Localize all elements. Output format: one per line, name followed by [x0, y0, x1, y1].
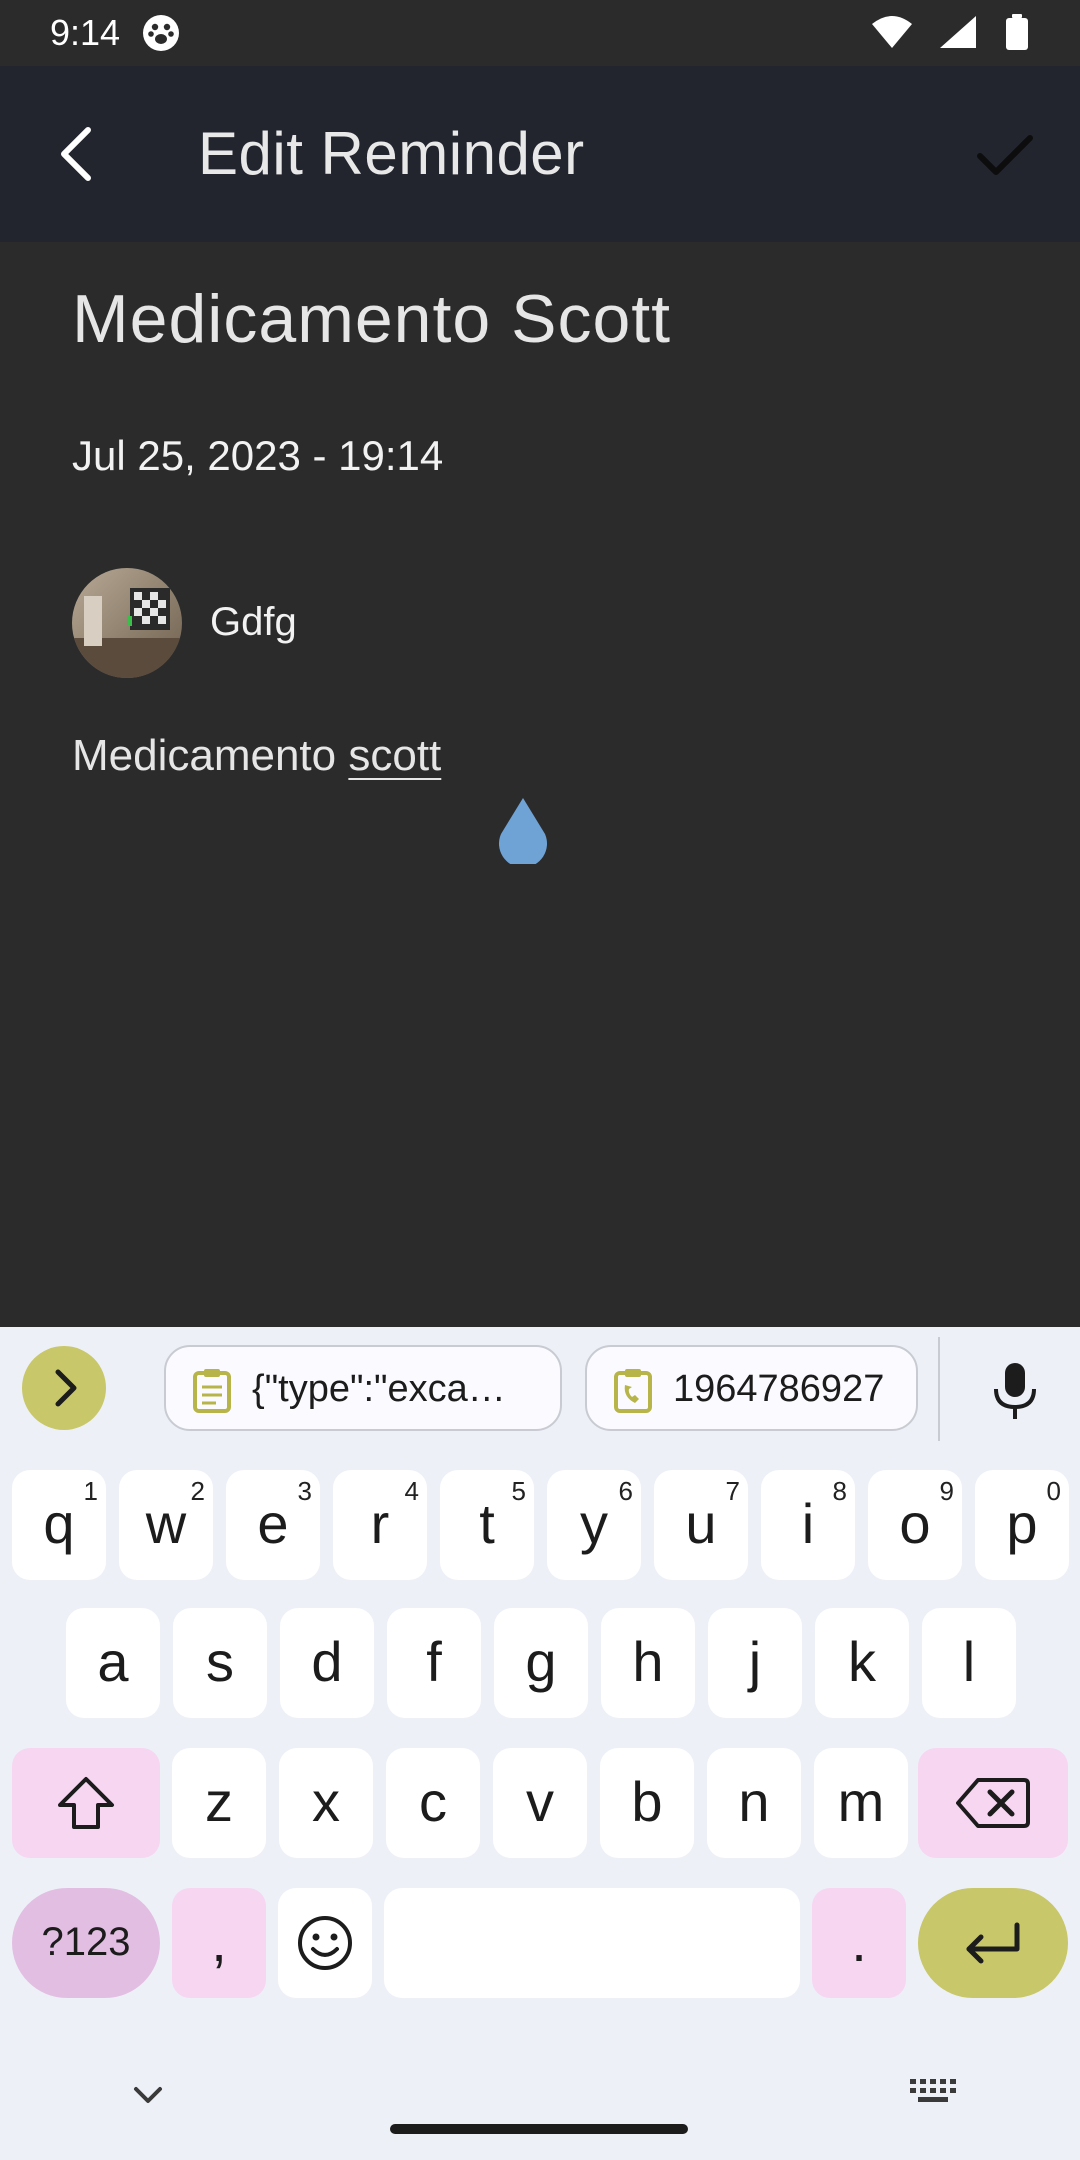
keyboard-icon: [910, 2079, 956, 2102]
key-e[interactable]: e3: [226, 1470, 320, 1580]
clipboard-chip-2[interactable]: 1964786927: [585, 1345, 918, 1431]
screen: 9:14 Edit Reminder Medicamento Scott Jul…: [0, 0, 1080, 2160]
app-bar: Edit Reminder: [0, 66, 1080, 242]
key-label: i: [801, 1492, 815, 1555]
key-hint: 6: [618, 1476, 633, 1506]
chevron-down-icon: [134, 2087, 162, 2103]
key-hint: 9: [939, 1476, 954, 1506]
wifi-icon: [872, 16, 912, 48]
reminder-datetime[interactable]: Jul 25, 2023 - 19:14: [72, 428, 443, 484]
suggestion-bar: {"type":"exca… 1964786927: [0, 1327, 1080, 1447]
key-m[interactable]: m: [814, 1748, 908, 1858]
key-t[interactable]: t5: [440, 1470, 534, 1580]
keyboard: {"type":"exca… 1964786927 q1w2 e 3 r 4 t…: [0, 1327, 1080, 2160]
backspace-icon: [956, 1778, 1030, 1828]
key-b[interactable]: b: [600, 1748, 694, 1858]
emoji-icon: [298, 1916, 352, 1970]
key-hint: 3: [297, 1476, 312, 1506]
key-v[interactable]: v: [493, 1748, 587, 1858]
key-label: u: [685, 1492, 717, 1555]
key-x[interactable]: x: [279, 1748, 373, 1858]
shift-key[interactable]: [12, 1748, 160, 1858]
key-l[interactable]: l: [922, 1608, 1016, 1718]
save-button[interactable]: [960, 114, 1050, 194]
key-label: e: [257, 1492, 289, 1555]
key-label: y: [580, 1492, 608, 1555]
note-text: Medicamento: [72, 731, 349, 780]
space-key[interactable]: [384, 1888, 800, 1998]
key-u[interactable]: u7: [654, 1470, 748, 1580]
key-label: t: [479, 1492, 495, 1555]
key-s[interactable]: s: [173, 1608, 267, 1718]
key-y[interactable]: y6: [547, 1470, 641, 1580]
enter-icon: [966, 1922, 1020, 1964]
battery-icon: [1006, 14, 1028, 50]
emoji-key[interactable]: [278, 1888, 372, 1998]
key-g[interactable]: g: [494, 1608, 588, 1718]
key-hint: 0: [1046, 1476, 1061, 1506]
hide-keyboard-button[interactable]: [120, 2067, 176, 2123]
key-w[interactable]: w2: [119, 1470, 213, 1580]
symbols-key[interactable]: ?123: [12, 1888, 160, 1998]
gesture-nav-bar[interactable]: [390, 2124, 688, 2134]
clipboard-phone-icon: [614, 1369, 652, 1413]
clipboard-chip-1-text: {"type":"exca…: [252, 1368, 506, 1410]
cursor-handle[interactable]: [495, 798, 551, 868]
key-j[interactable]: j: [708, 1608, 802, 1718]
key-label: r: [370, 1492, 390, 1555]
key-hint: 7: [725, 1476, 740, 1506]
mic-icon: [994, 1363, 1036, 1419]
key-z[interactable]: z: [172, 1748, 266, 1858]
page-title: Edit Reminder: [198, 120, 585, 187]
key-f[interactable]: f: [387, 1608, 481, 1718]
key-hint: 1: [83, 1476, 98, 1506]
paw-icon: [143, 15, 179, 51]
key-label: q: [43, 1492, 75, 1555]
period-key[interactable]: .: [812, 1888, 906, 1998]
status-time: 9:14: [50, 12, 121, 53]
clipboard-chip-2-text: 1964786927: [673, 1368, 885, 1410]
back-arrow-icon: [61, 127, 91, 181]
key-k[interactable]: k: [815, 1608, 909, 1718]
key-r[interactable]: r4: [333, 1470, 427, 1580]
back-button[interactable]: [40, 114, 120, 194]
chevron-right-icon: [55, 1369, 77, 1407]
key-label: o: [899, 1492, 931, 1555]
key-p[interactable]: p0: [975, 1470, 1069, 1580]
keyboard-switch-button[interactable]: [904, 2069, 964, 2119]
reminder-title[interactable]: Medicamento Scott: [72, 274, 671, 364]
expand-toolbar-button[interactable]: [22, 1346, 106, 1430]
key-o[interactable]: o9: [868, 1470, 962, 1580]
enter-key[interactable]: [918, 1888, 1068, 1998]
key-label: w: [145, 1492, 187, 1555]
suggestion-divider: [938, 1337, 940, 1441]
key-a[interactable]: a: [66, 1608, 160, 1718]
key-hint: 5: [511, 1476, 526, 1506]
key-label: p: [1006, 1492, 1038, 1555]
shift-icon: [58, 1777, 114, 1829]
key-hint: 4: [404, 1476, 419, 1506]
key-n[interactable]: n: [707, 1748, 801, 1858]
note-composing-word: scott: [348, 731, 442, 780]
key-i[interactable]: i8: [761, 1470, 855, 1580]
key-d[interactable]: d: [280, 1608, 374, 1718]
keyboard-nav-row: [0, 2047, 1080, 2160]
contact-name[interactable]: Gdfg: [210, 594, 297, 650]
signal-icon: [940, 16, 976, 48]
clipboard-chip-1[interactable]: {"type":"exca…: [164, 1345, 562, 1431]
comma-key[interactable]: ,: [172, 1888, 266, 1998]
status-bar: 9:14: [0, 0, 1080, 66]
check-icon: [977, 135, 1033, 175]
key-hint: 8: [832, 1476, 847, 1506]
avatar[interactable]: [72, 568, 182, 678]
backspace-key[interactable]: [918, 1748, 1068, 1858]
note-input[interactable]: Medicamento scott: [72, 724, 1012, 794]
key-hint: 2: [190, 1476, 205, 1506]
clipboard-icon: [193, 1369, 231, 1413]
key-q[interactable]: q1: [12, 1470, 106, 1580]
key-c[interactable]: c: [386, 1748, 480, 1858]
key-h[interactable]: h: [601, 1608, 695, 1718]
voice-input-button[interactable]: [980, 1355, 1050, 1425]
